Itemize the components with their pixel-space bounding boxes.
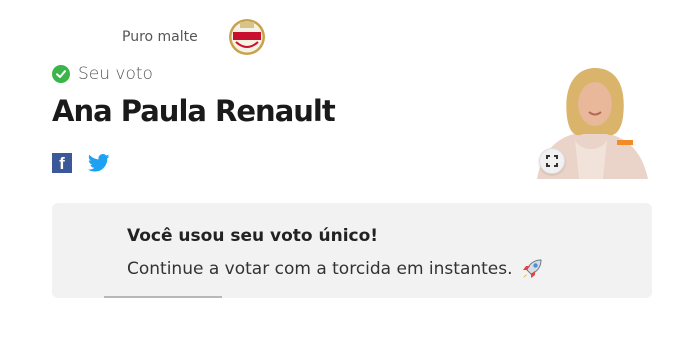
notice-body-row: Continue a votar com a torcida em instan… — [127, 258, 543, 280]
notice-body: Continue a votar com a torcida em instan… — [127, 259, 513, 279]
rocket-icon — [522, 259, 542, 278]
divider — [104, 296, 222, 298]
twitter-icon[interactable] — [88, 153, 110, 173]
facebook-icon[interactable]: f — [52, 153, 72, 173]
sponsor-text: Puro malte — [122, 29, 198, 45]
sponsor: Puro malte — [122, 18, 265, 56]
amstel-logo-icon — [229, 19, 265, 55]
share-bar: f — [52, 153, 110, 173]
vote-status-label: Seu voto — [78, 64, 153, 84]
expand-icon[interactable] — [539, 148, 565, 174]
vote-status: Seu voto — [52, 64, 153, 84]
check-circle-icon — [52, 65, 70, 83]
vote-used-notice: Você usou seu voto único! Continue a vot… — [52, 203, 652, 298]
notice-title: Você usou seu voto único! — [127, 226, 379, 246]
candidate-name: Ana Paula Renault — [52, 94, 336, 128]
